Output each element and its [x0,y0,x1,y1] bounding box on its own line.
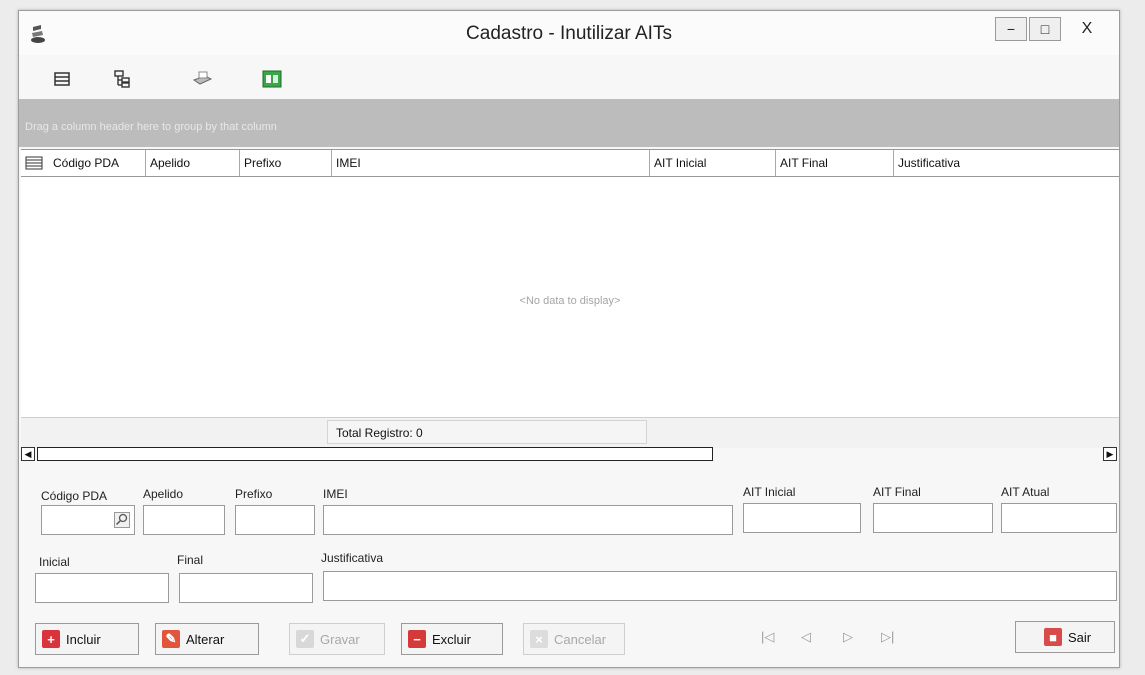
label-codigo-pda: Código PDA [41,489,108,503]
group-by-panel[interactable]: Drag a column header here to group by th… [19,99,1119,147]
scroll-left-icon[interactable]: ◀ [21,447,35,461]
maximize-button[interactable]: □ [1029,17,1061,41]
no-data-message: <No data to display> [519,295,621,307]
prefixo-field[interactable] [235,505,315,535]
nav-last-icon[interactable]: ▷| [881,629,894,645]
ait-inicial-field[interactable] [743,503,861,533]
label-final: Final [177,553,204,567]
column-header-apelido[interactable]: Apelido [145,150,239,176]
label-inicial: Inicial [39,555,70,569]
tree-view-icon[interactable] [109,67,135,91]
column-header-ait-inicial[interactable]: AIT Inicial [649,150,775,176]
title-bar: Cadastro - Inutilizar AITs − □ X [19,11,1119,55]
minimize-icon: − [1006,21,1016,37]
edit-icon: ✎ [162,630,180,648]
exit-icon: ■ [1044,628,1062,646]
alterar-label: Alterar [186,631,225,647]
toolbar [19,63,1119,97]
total-registro: Total Registro: 0 [327,420,647,444]
label-ait-inicial: AIT Inicial [743,485,796,499]
incluir-label: Incluir [66,631,101,647]
close-icon: X [1081,20,1093,37]
cancelar-label: Cancelar [554,631,607,647]
sair-button[interactable]: ■ Sair [1015,621,1115,653]
print-icon[interactable] [189,67,215,91]
nav-first-icon[interactable]: |◁ [761,629,774,645]
maximize-icon: □ [1040,21,1050,37]
final-field[interactable] [179,573,313,603]
search-lookup-icon[interactable] [114,512,130,531]
grid-view-icon[interactable] [49,67,75,91]
main-window: Cadastro - Inutilizar AITs − □ X Drag a … [18,10,1120,668]
nav-prev-icon[interactable]: ◁ [801,629,811,645]
label-imei: IMEI [323,487,348,501]
cancelar-button[interactable]: × Cancelar [523,623,625,655]
label-ait-atual: AIT Atual [1001,485,1050,499]
column-header-justificativa[interactable]: Justificativa [893,150,1119,176]
export-excel-icon[interactable] [259,67,285,91]
grid-body[interactable]: <No data to display> [21,177,1119,417]
gravar-button[interactable]: ✓ Gravar [289,623,385,655]
grid-footer: Total Registro: 0 [21,417,1119,448]
column-header-prefixo[interactable]: Prefixo [239,150,331,176]
sair-label: Sair [1068,629,1092,645]
excluir-label: Excluir [432,631,472,647]
alterar-button[interactable]: ✎ Alterar [155,623,259,655]
gravar-label: Gravar [320,631,360,647]
save-icon: ✓ [296,630,314,648]
cancel-icon: × [530,630,548,648]
column-header-codigo-pda[interactable]: Código PDA [49,150,145,176]
group-by-hint: Drag a column header here to group by th… [25,121,277,133]
minimize-button[interactable]: − [995,17,1027,41]
plus-icon: + [42,630,60,648]
label-ait-final: AIT Final [873,485,921,499]
apelido-field[interactable] [143,505,225,535]
nav-next-icon[interactable]: ▷ [843,629,853,645]
delete-icon: − [408,630,426,648]
justificativa-field[interactable] [323,571,1117,601]
inicial-field[interactable] [35,573,169,603]
incluir-button[interactable]: + Incluir [35,623,139,655]
column-header-imei[interactable]: IMEI [331,150,649,176]
excluir-button[interactable]: − Excluir [401,623,503,655]
imei-field[interactable] [323,505,733,535]
horizontal-scrollbar[interactable]: ◀ ▶ [21,447,1119,463]
scrollbar-thumb[interactable] [37,447,713,461]
ait-final-field[interactable] [873,503,993,533]
label-prefixo: Prefixo [235,487,273,501]
label-apelido: Apelido [143,487,184,501]
ait-atual-field[interactable] [1001,503,1117,533]
grid-header: Código PDA Apelido Prefixo IMEI AIT Inic… [21,149,1119,177]
label-justificativa: Justificativa [321,551,384,565]
column-header-ait-final[interactable]: AIT Final [775,150,893,176]
window-title: Cadastro - Inutilizar AITs [466,23,672,44]
scroll-right-icon[interactable]: ▶ [1103,447,1117,461]
codigo-pda-field[interactable] [41,505,135,535]
close-button[interactable]: X [1063,17,1111,41]
column-chooser-icon[interactable] [21,150,49,176]
